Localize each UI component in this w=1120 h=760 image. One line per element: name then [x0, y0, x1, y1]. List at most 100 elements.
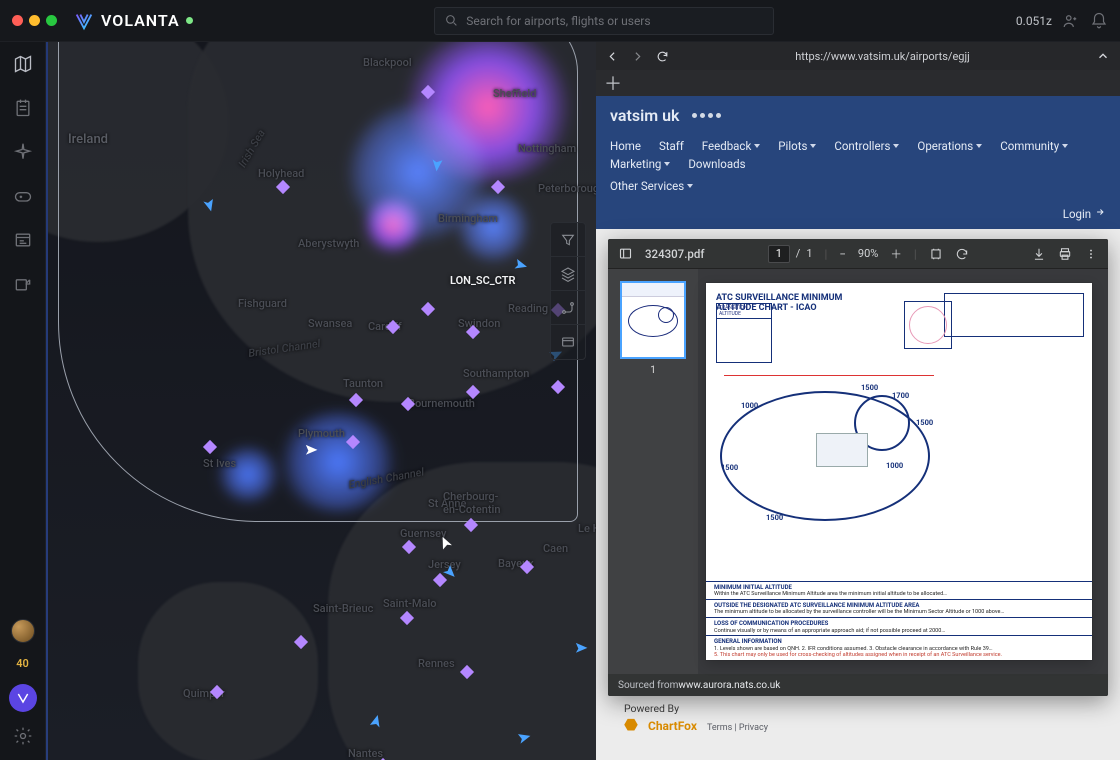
atc-callsign[interactable]: LON_SC_CTR — [450, 274, 515, 287]
chart-footer: MINIMUM INITIAL ALTITUDEWithin the ATC S… — [706, 581, 1092, 660]
friends-icon[interactable] — [1062, 12, 1080, 30]
map-label: Taunton — [343, 377, 383, 390]
search-input[interactable]: Search for airports, flights or users — [434, 7, 774, 35]
maximize-window-icon[interactable] — [46, 15, 57, 26]
nav-community[interactable]: Community — [1000, 139, 1068, 153]
fit-page-icon[interactable] — [929, 247, 943, 261]
gamepad-nav-icon[interactable] — [13, 186, 33, 206]
nav-operations[interactable]: Operations — [917, 139, 982, 153]
map-label: Saint-Brieuc — [313, 602, 373, 615]
map-canvas[interactable]: Ireland Blackpool Sheffield Nottingham P… — [46, 42, 596, 760]
chart-altitude: 1000 — [741, 401, 758, 410]
nav-staff[interactable]: Staff — [659, 139, 684, 153]
chart-inset-map — [904, 301, 952, 349]
chartfox-logo-icon: ⬣ — [624, 715, 638, 734]
pdf-page-sep: / — [796, 247, 801, 260]
logbook-nav-icon[interactable] — [13, 98, 33, 118]
map-label: Swansea — [308, 317, 352, 330]
site-brand[interactable]: vatsim uk — [596, 96, 1120, 135]
chevron-down-icon — [1062, 144, 1068, 148]
map-label: Cherbourg- en-Cotentin — [443, 490, 500, 516]
titlebar: VOLANTA Search for airports, flights or … — [0, 0, 1120, 42]
pdf-thumbnail[interactable] — [620, 281, 686, 359]
map-label: Sheffield — [493, 87, 536, 100]
map-nav-icon[interactable] — [13, 54, 33, 74]
bell-icon[interactable] — [1090, 12, 1108, 30]
zoom-in-icon[interactable]: ＋ — [890, 246, 902, 262]
volanta-badge-icon[interactable] — [9, 684, 37, 712]
nav-home[interactable]: Home — [610, 139, 641, 153]
chart-header-box — [944, 293, 1084, 337]
forward-icon[interactable] — [631, 50, 644, 63]
avatar[interactable] — [11, 619, 35, 643]
pdf-page[interactable]: ATC SURVEILLANCE MINIMUMALTITUDE CHART -… — [706, 283, 1092, 660]
map-label: Le Havre — [578, 522, 596, 535]
chevron-down-icon — [754, 144, 760, 148]
pdf-viewer: 324307.pdf / 1 | − 90% ＋ | — [608, 239, 1108, 696]
export-nav-icon[interactable] — [13, 274, 33, 294]
chart-altitude: 1000 — [886, 461, 903, 470]
gear-icon[interactable] — [13, 726, 33, 746]
map-label: Caen — [543, 542, 568, 555]
more-icon[interactable] — [1084, 247, 1098, 261]
app-logo[interactable]: VOLANTA — [73, 10, 193, 32]
chart-altitude: 1700 — [892, 391, 909, 400]
aircraft-nav-icon[interactable] — [13, 142, 33, 162]
source-attribution: Sourced from www.aurora.nats.co.uk — [608, 674, 1108, 696]
brand-dots-icon — [692, 113, 721, 118]
map-label: Aberystwyth — [298, 237, 359, 250]
map-label: Rennes — [418, 657, 455, 670]
pdf-page-input[interactable] — [768, 245, 790, 263]
nav-other[interactable]: Other Services — [610, 179, 693, 193]
chart-altitude: 1500 — [916, 418, 933, 427]
chevron-down-icon — [687, 184, 693, 188]
pdf-thumbnails: 1 — [608, 269, 698, 674]
embedded-page: vatsim uk Home Staff Feedback Pilots Con… — [596, 96, 1120, 760]
close-window-icon[interactable] — [12, 15, 23, 26]
filter-tool-icon[interactable] — [551, 223, 585, 257]
window-controls[interactable] — [12, 15, 57, 26]
search-placeholder: Search for airports, flights or users — [466, 14, 650, 28]
nav-feedback[interactable]: Feedback — [702, 139, 760, 153]
new-tab-button[interactable]: ＋ — [596, 70, 1120, 96]
nav-pilots[interactable]: Pilots — [778, 139, 816, 153]
chartfox-footer: Powered By ⬣ ChartFox Terms | Privacy — [608, 696, 1108, 744]
zoom-out-icon[interactable]: − — [839, 247, 846, 261]
minimize-window-icon[interactable] — [29, 15, 40, 26]
collapse-panel-icon[interactable] — [1096, 49, 1110, 63]
map-label: Holyhead — [258, 167, 304, 180]
rotate-icon[interactable] — [955, 247, 969, 261]
aircraft-marker[interactable] — [443, 564, 457, 578]
layers-tool-icon[interactable] — [551, 257, 585, 291]
print-icon[interactable] — [1058, 247, 1072, 261]
online-status-icon — [186, 17, 193, 24]
reload-icon[interactable] — [656, 50, 669, 63]
map-label: Saint-Malo — [383, 597, 437, 610]
map-label: Blackpool — [363, 56, 412, 69]
login-link[interactable]: Login — [596, 203, 1120, 229]
map-tools — [550, 222, 586, 360]
pdf-zoom[interactable]: 90% — [858, 247, 878, 260]
nav-downloads[interactable]: Downloads — [688, 157, 745, 171]
sidebar-toggle-icon[interactable] — [618, 246, 633, 261]
pdf-toolbar: 324307.pdf / 1 | − 90% ＋ | — [608, 239, 1108, 269]
chart-island-shape — [816, 433, 868, 467]
chartfox-brand[interactable]: ChartFox — [648, 719, 697, 733]
volanta-logo-icon — [73, 10, 95, 32]
window-tool-icon[interactable] — [551, 325, 585, 359]
chartfox-terms[interactable]: Terms | Privacy — [707, 723, 768, 733]
chevron-down-icon — [893, 144, 899, 148]
map-label: St Ives — [203, 457, 236, 470]
app-name: VOLANTA — [101, 11, 180, 30]
feed-nav-icon[interactable] — [13, 230, 33, 250]
map-label: Nottingham — [518, 142, 576, 155]
route-tool-icon[interactable] — [551, 291, 585, 325]
map-label: Peterborough — [538, 182, 596, 195]
url-bar[interactable]: https://www.vatsim.uk/airports/egjj — [681, 50, 1084, 63]
nav-controllers[interactable]: Controllers — [834, 139, 899, 153]
clock-zulu: 0.051z — [1016, 14, 1052, 28]
left-sidebar: 40 — [0, 42, 46, 760]
download-icon[interactable] — [1032, 247, 1046, 261]
nav-marketing[interactable]: Marketing — [610, 157, 670, 171]
back-icon[interactable] — [606, 50, 619, 63]
